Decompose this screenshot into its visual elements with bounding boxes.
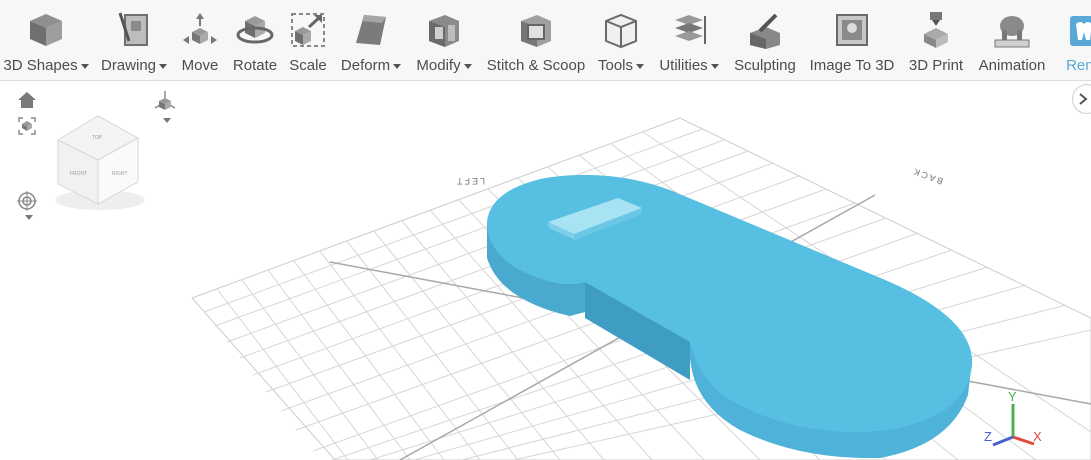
tool-label: Sculpting (734, 56, 796, 74)
fit-view-icon (18, 117, 36, 135)
tool-sculpting[interactable]: Sculpting (733, 0, 797, 80)
rotate-icon (235, 6, 275, 54)
scale-icon (289, 6, 327, 54)
tool-move[interactable]: Move (180, 0, 220, 80)
perspective-cube-icon (154, 90, 176, 110)
drawing-icon (117, 6, 151, 54)
axis-label-y: Y (1008, 389, 1017, 404)
axis-label-x: X (1033, 429, 1042, 444)
modify-icon (425, 6, 463, 54)
tool-label: Rotate (232, 56, 278, 74)
stitch-scoop-icon (517, 6, 555, 54)
chevron-right-icon (1079, 93, 1088, 105)
tool-tools[interactable]: Tools (596, 0, 646, 80)
view-cube[interactable]: TOP FRONT RIGHT (55, 115, 145, 210)
home-icon (18, 92, 36, 108)
tool-label: Move (181, 56, 219, 74)
tool-label: Utilities (659, 56, 708, 74)
tool-label: Deform (340, 56, 391, 74)
tool-label: Drawing (100, 56, 157, 74)
cube-icon (27, 6, 65, 54)
axis-label-z: Z (984, 429, 992, 444)
tool-label: Scale (289, 56, 327, 74)
tool-drawing[interactable]: Drawing (99, 0, 169, 80)
grid-label-back: BACK (911, 166, 945, 187)
dropdown-caret-icon (159, 63, 168, 69)
tool-3d-shapes[interactable]: 3D Shapes (3, 0, 89, 80)
image-to-3d-icon (833, 6, 871, 54)
dropdown-caret-icon (463, 63, 472, 69)
tool-label: Stitch & Scoop (486, 56, 586, 74)
tool-stitch-scoop[interactable]: Stitch & Scoop (486, 0, 586, 80)
tool-render[interactable]: Rend (1059, 0, 1091, 80)
tool-label: 3D Print (908, 56, 964, 74)
viewcube-top-label: TOP (92, 135, 103, 141)
view-mode-button[interactable] (152, 86, 178, 126)
utilities-icon (669, 6, 709, 54)
tool-modify[interactable]: Modify (414, 0, 474, 80)
3d-viewport[interactable]: LEFT BACK Y X Z TOP FRONT RIGHT (0, 81, 1091, 460)
tool-rotate[interactable]: Rotate (231, 0, 279, 80)
render-icon (1066, 6, 1091, 54)
dropdown-caret-icon (24, 215, 33, 220)
dropdown-caret-icon (162, 117, 171, 123)
viewcube-right-label: RIGHT (112, 171, 128, 177)
render-settings-button[interactable] (14, 186, 40, 224)
tool-label: Tools (597, 56, 634, 74)
sculpting-icon (746, 6, 784, 54)
tool-3d-print[interactable]: 3D Print (907, 0, 965, 80)
move-icon (180, 6, 220, 54)
tool-image-to-3d[interactable]: Image To 3D (808, 0, 896, 80)
tool-utilities[interactable]: Utilities (657, 0, 721, 80)
tool-label: 3D Shapes (3, 56, 78, 74)
grid-label-left: LEFT (455, 176, 485, 186)
animation-icon (992, 6, 1032, 54)
tool-deform[interactable]: Deform (338, 0, 404, 80)
globe-target-icon (17, 191, 37, 211)
home-view-button[interactable] (16, 90, 38, 110)
dropdown-caret-icon (80, 63, 89, 69)
dropdown-caret-icon (393, 63, 402, 69)
tool-scale[interactable]: Scale (289, 0, 327, 80)
tool-label: Modify (416, 56, 461, 74)
viewcube-front-label: FRONT (70, 171, 87, 177)
deform-icon (352, 6, 390, 54)
fit-view-button[interactable] (16, 116, 38, 136)
tools-icon (602, 6, 640, 54)
tool-label: Animation (978, 56, 1046, 74)
dropdown-caret-icon (636, 63, 645, 69)
main-toolbar: 3D Shapes Drawing Move Rotate Scale Defo… (0, 0, 1091, 81)
tool-animation[interactable]: Animation (976, 0, 1048, 80)
dropdown-caret-icon (710, 63, 719, 69)
scene-canvas: LEFT BACK Y X Z TOP FRONT RIGHT (55, 115, 1091, 460)
3d-print-icon (918, 6, 954, 54)
tool-label: Rend (1066, 56, 1091, 74)
tool-label: Image To 3D (809, 56, 895, 74)
